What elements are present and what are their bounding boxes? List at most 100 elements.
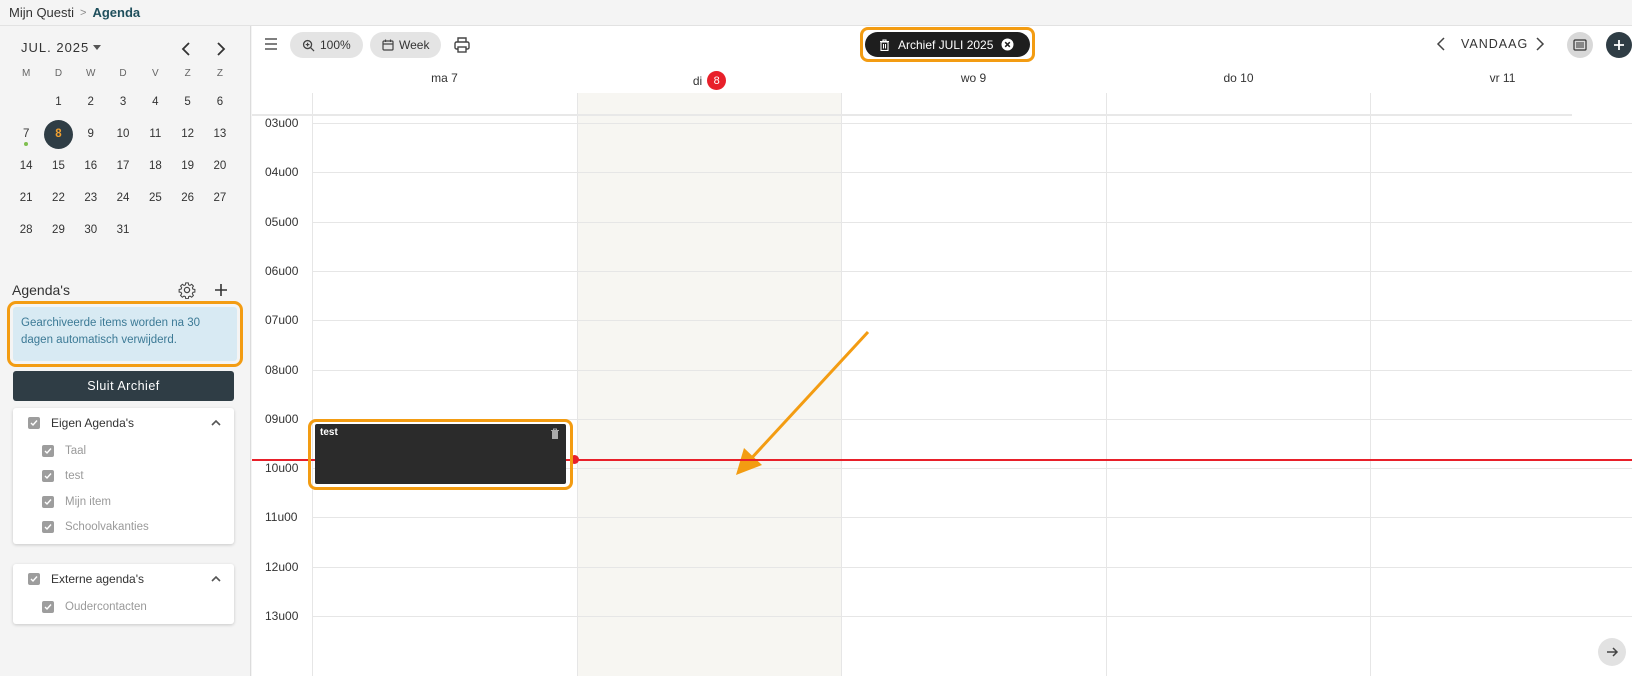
empty-day-cell xyxy=(139,214,171,246)
mini-calendar-day[interactable]: 8 xyxy=(42,118,74,150)
close-archive-button[interactable]: Sluit Archief xyxy=(13,371,234,401)
calendar-group-own-toggle[interactable]: Eigen Agenda's xyxy=(13,408,234,438)
day-header-fri[interactable]: vr 11 xyxy=(1370,71,1632,85)
chevron-left-icon xyxy=(1436,37,1445,51)
mini-calendar-month-select[interactable]: JUL. 2025 xyxy=(21,40,102,55)
mini-calendar-day[interactable]: 25 xyxy=(139,182,171,214)
mini-calendar-day[interactable]: 13 xyxy=(204,118,236,150)
check-icon[interactable] xyxy=(42,495,54,508)
hour-label: 07u00 xyxy=(265,313,299,327)
close-circle-icon[interactable] xyxy=(1001,38,1014,51)
mini-calendar-day[interactable]: 10 xyxy=(107,118,139,150)
day-header-thu[interactable]: do 10 xyxy=(1106,71,1371,85)
calendar-item-oudercontacten[interactable]: Oudercontacten xyxy=(13,594,234,620)
check-icon[interactable] xyxy=(42,470,54,483)
mini-calendar-day[interactable]: 20 xyxy=(204,150,236,182)
hour-label: 12u00 xyxy=(265,560,299,574)
check-icon[interactable] xyxy=(42,444,54,457)
mini-calendar-day[interactable]: 28 xyxy=(10,214,42,246)
check-icon[interactable] xyxy=(28,573,40,585)
mini-calendar-day[interactable]: 17 xyxy=(107,150,139,182)
chevron-up-icon[interactable] xyxy=(210,417,222,429)
weekday-label: M xyxy=(21,68,31,79)
day-number: 23 xyxy=(84,192,98,204)
check-icon[interactable] xyxy=(42,600,54,613)
day-number: 14 xyxy=(19,160,33,172)
mini-calendar-day[interactable]: 11 xyxy=(139,118,171,150)
day-header-mon[interactable]: ma 7 xyxy=(312,71,577,85)
agendas-title: Agenda's xyxy=(12,282,70,298)
calendar-item-label: Mijn item xyxy=(65,495,112,508)
mini-calendar-day[interactable]: 24 xyxy=(107,182,139,214)
mini-calendar-day[interactable]: 5 xyxy=(171,86,203,118)
day-number: 21 xyxy=(19,192,33,204)
mini-calendar-prev-button[interactable] xyxy=(175,38,197,60)
sidebar: JUL. 2025 M D W D V Z Z 1 2 3 4 5 6 7 8 9 10 11 12 13 14 15 16… xyxy=(0,26,251,676)
day-number: 2 xyxy=(87,96,94,108)
chevron-right-icon xyxy=(1536,37,1545,51)
day-header-tue[interactable]: di 8 xyxy=(577,71,842,90)
day-number: 30 xyxy=(84,224,98,236)
print-icon xyxy=(454,37,470,53)
hour-line xyxy=(312,222,1632,223)
calendar-item-mijn-item[interactable]: Mijn item xyxy=(13,489,234,515)
mini-calendar-day[interactable]: 9 xyxy=(75,118,107,150)
calendar-event[interactable]: test xyxy=(315,424,566,484)
day-number: 6 xyxy=(216,96,224,108)
mini-calendar-day[interactable]: 16 xyxy=(75,150,107,182)
mini-calendar-day[interactable]: 19 xyxy=(171,150,203,182)
mini-calendar-day[interactable]: 21 xyxy=(10,182,42,214)
print-button[interactable] xyxy=(453,36,471,54)
mini-calendar-day[interactable]: 1 xyxy=(42,86,74,118)
day-header-wed[interactable]: wo 9 xyxy=(841,71,1106,85)
hour-label: 05u00 xyxy=(265,215,299,229)
week-time-grid[interactable]: 13u00 12u00 11u00 10u00 09u00 08u00 07u00 06u00… xyxy=(252,93,1632,676)
list-view-button[interactable] xyxy=(1567,32,1593,58)
mini-calendar-day[interactable]: 3 xyxy=(107,86,139,118)
mini-calendar-day[interactable]: 31 xyxy=(107,214,139,246)
day-header-label: do 10 xyxy=(1223,71,1254,85)
add-agenda-button[interactable] xyxy=(211,280,231,300)
menu-button[interactable] xyxy=(262,36,280,52)
mini-calendar-day[interactable]: 15 xyxy=(42,150,74,182)
calendar-item-schoolvakanties[interactable]: Schoolvakanties xyxy=(13,515,234,541)
agendas-settings-button[interactable] xyxy=(178,281,196,299)
mini-calendar-day[interactable]: 14 xyxy=(10,150,42,182)
mini-calendar-day[interactable]: 30 xyxy=(75,214,107,246)
mini-calendar-day[interactable]: 7 xyxy=(10,118,42,150)
mini-calendar-next-button[interactable] xyxy=(210,38,232,60)
add-event-button[interactable] xyxy=(1606,32,1632,58)
day-number: 28 xyxy=(19,224,33,236)
mini-calendar-day[interactable]: 12 xyxy=(171,118,203,150)
calendar-group-external-toggle[interactable]: Externe agenda's xyxy=(13,564,234,594)
check-icon[interactable] xyxy=(28,417,40,429)
scroll-right-button[interactable] xyxy=(1598,638,1626,666)
day-number: 20 xyxy=(213,160,227,172)
mini-calendar-day[interactable]: 26 xyxy=(171,182,203,214)
event-dot xyxy=(24,142,29,146)
prev-week-button[interactable] xyxy=(1436,36,1452,54)
calendar-item-taal[interactable]: Taal xyxy=(13,438,234,464)
view-select-button[interactable]: Week xyxy=(370,32,442,58)
day-header-label: vr 11 xyxy=(1489,71,1516,85)
day-number: 10 xyxy=(116,128,130,140)
mini-calendar-day[interactable]: 6 xyxy=(204,86,236,118)
weekday-label: D xyxy=(119,68,127,79)
mini-calendar-day[interactable]: 4 xyxy=(139,86,171,118)
mini-calendar-day[interactable]: 18 xyxy=(139,150,171,182)
mini-calendar-day[interactable]: 23 xyxy=(75,182,107,214)
chevron-up-icon[interactable] xyxy=(210,573,222,585)
mini-calendar-day[interactable]: 27 xyxy=(204,182,236,214)
next-week-button[interactable] xyxy=(1535,36,1551,54)
day-number: 13 xyxy=(213,128,227,140)
hour-line xyxy=(312,567,1632,568)
check-icon[interactable] xyxy=(42,521,54,534)
archive-chip[interactable]: Archief JULI 2025 xyxy=(865,32,1030,57)
calendar-item-test[interactable]: test xyxy=(13,464,234,490)
mini-calendar-day[interactable]: 2 xyxy=(75,86,107,118)
mini-calendar-day[interactable]: 22 xyxy=(42,182,74,214)
mini-calendar-day[interactable]: 29 xyxy=(42,214,74,246)
zoom-button[interactable]: 100% xyxy=(290,32,363,58)
breadcrumb-home[interactable]: Mijn Questi xyxy=(9,5,74,20)
today-button[interactable]: VANDAAG xyxy=(1461,37,1528,51)
